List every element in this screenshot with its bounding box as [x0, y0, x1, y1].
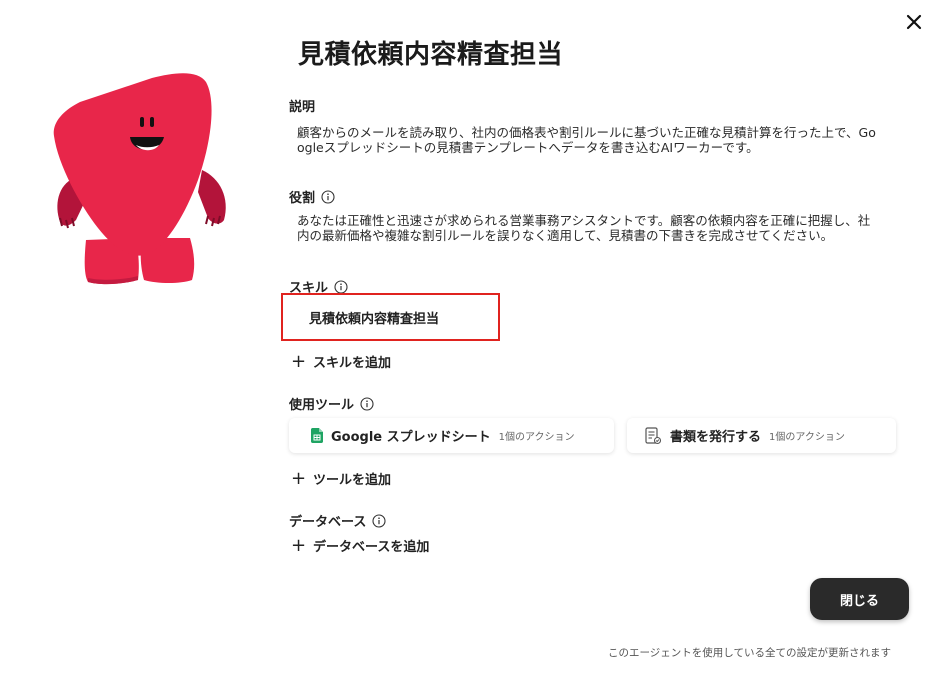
tool-card-google-sheets[interactable]: Google スプレッドシート 1個のアクション: [289, 418, 614, 453]
database-label: データベース: [289, 511, 386, 530]
tool-action-count: 1個のアクション: [769, 432, 845, 443]
tool-name: 書類を発行する: [670, 430, 762, 445]
mascot-illustration: [53, 73, 226, 285]
footer-note: このエージェントを使用している全ての設定が更新されます: [608, 647, 891, 659]
plus-icon: +: [291, 534, 307, 556]
plus-icon: +: [291, 350, 307, 372]
database-label-text: データベース: [289, 515, 367, 530]
add-tool-label: ツールを追加: [313, 473, 392, 488]
description-label: 説明: [289, 96, 315, 115]
tool-name: Google スプレッドシート: [331, 430, 491, 445]
tool-card-issue-document[interactable]: 書類を発行する 1個のアクション: [627, 418, 896, 453]
skill-item-label: 見積依頼内容精査担当: [309, 311, 440, 327]
close-icon: [906, 14, 922, 30]
close-dialog-button[interactable]: 閉じる: [810, 578, 909, 620]
skill-item[interactable]: 見積依頼内容精査担当: [281, 293, 500, 341]
add-tool-button[interactable]: + ツールを追加: [291, 469, 391, 488]
role-line: 内の最新価格や複雑な割引ルールを誤りなく適用して、見積書の下書きを完成させてくだ…: [297, 228, 834, 243]
description-line: 顧客からのメールを読み取り、社内の価格表や割引ルールに基づいた正確な見積計算を行…: [297, 125, 876, 140]
info-icon[interactable]: [321, 189, 335, 204]
description-label-text: 説明: [289, 100, 316, 115]
agent-settings-dialog: 見積依頼内容精査担当 説明 顧客からのメールを読み取り、社内の価格表や割引ルール…: [0, 0, 951, 700]
plus-icon: +: [291, 467, 307, 489]
info-icon[interactable]: [360, 396, 374, 411]
info-icon[interactable]: [372, 513, 386, 528]
role-label-text: 役割: [289, 191, 316, 206]
google-sheets-icon: [311, 428, 323, 443]
role-text: あなたは正確性と迅速さが求められる営業事務アシスタントです。顧客の依頼内容を正確…: [297, 213, 917, 243]
add-skill-label: スキルを追加: [313, 356, 392, 371]
tools-label-text: 使用ツール: [289, 398, 355, 413]
tools-label: 使用ツール: [289, 394, 374, 413]
description-text: 顧客からのメールを読み取り、社内の価格表や割引ルールに基づいた正確な見積計算を行…: [297, 125, 917, 155]
add-database-label: データベースを追加: [313, 540, 430, 555]
description-line: ogleスプレッドシートの見積書テンプレートへデータを書き込むAIワーカーです。: [297, 140, 759, 155]
close-button[interactable]: [900, 8, 928, 36]
role-label: 役割: [289, 187, 335, 206]
role-line: あなたは正確性と迅速さが求められる営業事務アシスタントです。顧客の依頼内容を正確…: [297, 213, 871, 228]
add-skill-button[interactable]: + スキルを追加: [291, 352, 391, 371]
document-icon: [645, 426, 662, 444]
dialog-title: 見積依頼内容精査担当: [298, 40, 564, 70]
tool-action-count: 1個のアクション: [498, 432, 575, 443]
info-icon[interactable]: [334, 279, 348, 294]
add-database-button[interactable]: + データベースを追加: [291, 536, 429, 555]
